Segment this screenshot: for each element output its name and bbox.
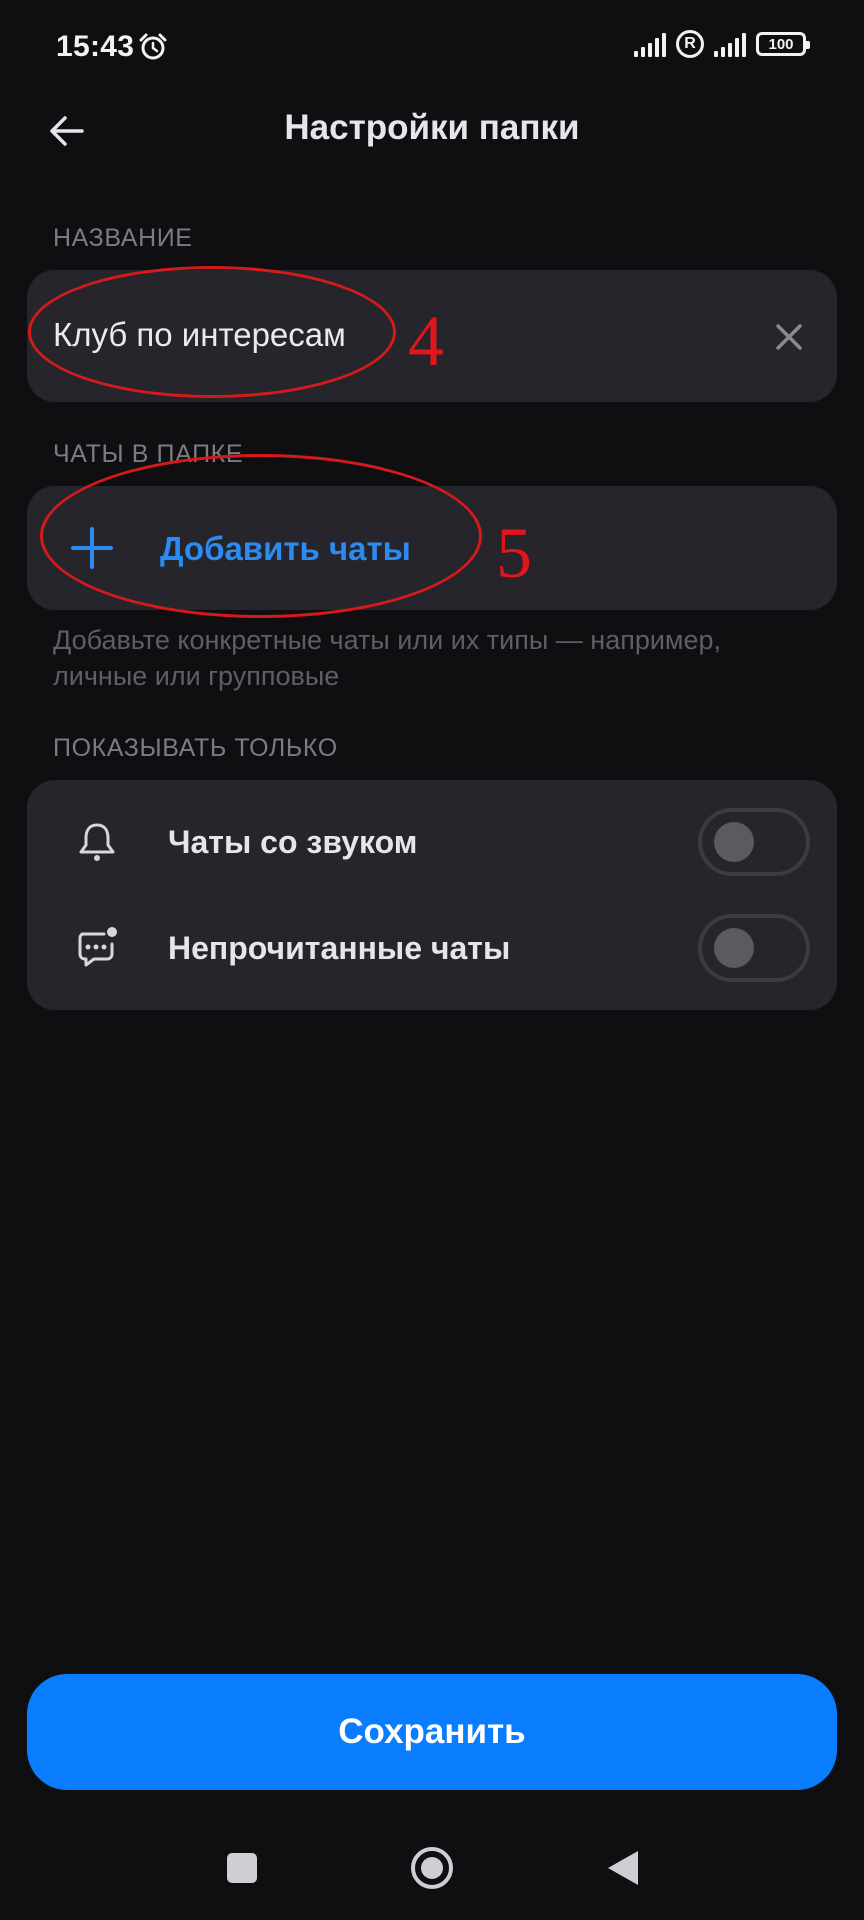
save-button[interactable]: Сохранить [27, 1674, 837, 1790]
chats-hint: Добавьте конкретные чаты или их типы — н… [53, 625, 722, 691]
annotation-number-4: 4 [408, 301, 444, 381]
name-section-label: НАЗВАНИЕ [53, 224, 193, 252]
filter-item-sound-label: Чаты со звуком [168, 824, 418, 860]
signal-strength-icon [634, 31, 666, 57]
alarm-clock-icon [139, 33, 167, 60]
nav-back-icon[interactable] [604, 1848, 642, 1888]
recent-apps-icon[interactable] [227, 1853, 257, 1883]
filter-item-unread-label: Непрочитанные чаты [168, 930, 511, 966]
toggle-knob [714, 928, 754, 968]
roaming-icon: R [676, 30, 704, 58]
status-time: 15:43 [56, 30, 135, 63]
page-title: Настройки папки [284, 108, 580, 147]
unread-chat-icon [78, 927, 117, 967]
annotation-ellipse-4 [28, 266, 396, 398]
close-icon[interactable] [770, 318, 808, 356]
battery-icon: 100 [756, 32, 810, 56]
annotation-number-5: 5 [496, 513, 532, 593]
home-icon[interactable] [409, 1845, 455, 1891]
toggle-unread-chats[interactable] [698, 914, 810, 982]
annotation-ellipse-5 [40, 454, 482, 618]
filter-section-label: ПОКАЗЫВАТЬ ТОЛЬКО [53, 734, 338, 762]
toggle-knob [714, 822, 754, 862]
toggle-chats-with-sound[interactable] [698, 808, 810, 876]
signal-strength-icon-2 [714, 31, 746, 57]
status-indicators: R 100 [634, 30, 810, 58]
bell-icon [79, 823, 115, 861]
